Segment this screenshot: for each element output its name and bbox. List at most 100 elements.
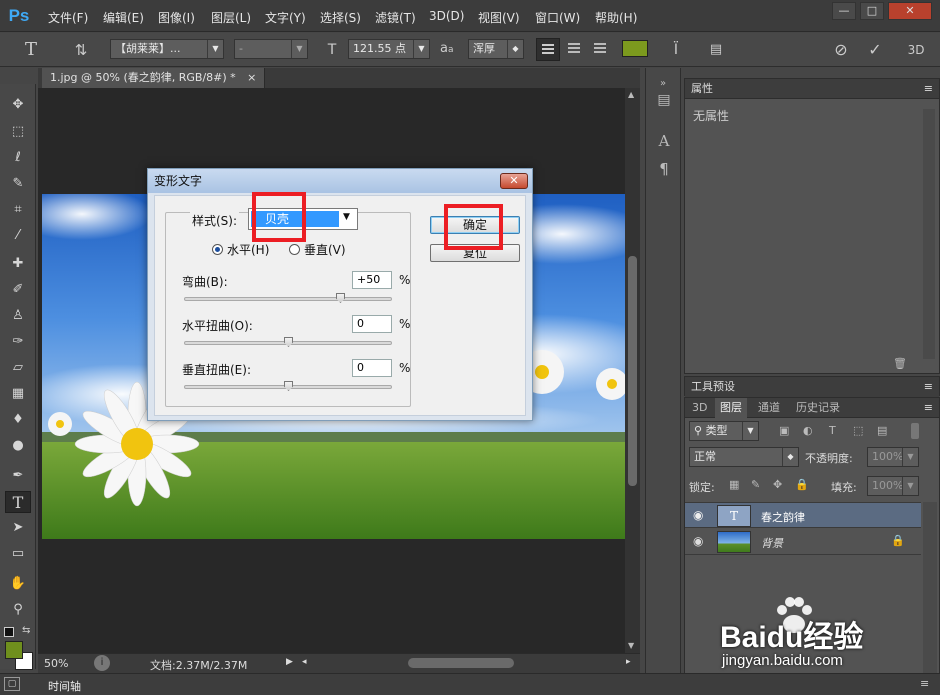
lock-transparent-icon[interactable]: ▦ — [729, 478, 739, 491]
vertical-radio[interactable] — [289, 244, 300, 255]
panel-menu-icon[interactable]: ≡ — [920, 677, 929, 690]
close-button[interactable]: ✕ — [888, 2, 932, 20]
fill-input[interactable]: 100% ▼ — [867, 476, 919, 496]
path-select-tool-icon[interactable]: ➤ — [5, 517, 31, 539]
filter-smart-object-icon[interactable]: ▤ — [877, 424, 887, 437]
paragraph-panel-icon[interactable]: ¶ — [652, 160, 676, 182]
align-right-button[interactable] — [588, 38, 612, 61]
timeline-label[interactable]: 时间轴 — [48, 678, 81, 694]
tab-layers[interactable]: 图层 — [715, 398, 747, 418]
menu-edit[interactable]: 编辑(E) — [103, 9, 144, 26]
properties-scrollbar[interactable] — [923, 109, 935, 359]
eraser-tool-icon[interactable]: ▱ — [5, 357, 31, 379]
filter-shape-icon[interactable]: ⬚ — [853, 424, 863, 437]
status-menu-arrow-icon[interactable]: ▶ — [286, 657, 293, 667]
default-colors-icon[interactable] — [4, 627, 14, 637]
bend-slider-thumb[interactable] — [336, 293, 345, 303]
shape-tool-icon[interactable]: ▭ — [5, 543, 31, 565]
tool-presets-header[interactable]: 工具预设 ≡ — [685, 377, 939, 397]
menu-3d[interactable]: 3D(D) — [429, 9, 464, 23]
close-tab-icon[interactable]: × — [247, 71, 256, 84]
align-left-button[interactable] — [536, 38, 560, 61]
hand-tool-icon[interactable]: ✋ — [5, 573, 31, 595]
filter-type-icon[interactable]: T — [829, 424, 836, 437]
menu-select[interactable]: 选择(S) — [320, 9, 361, 26]
marquee-tool-icon[interactable]: ⬚ — [5, 121, 31, 143]
menu-image[interactable]: 图像(I) — [158, 9, 195, 26]
zoom-tool-icon[interactable]: ⚲ — [5, 599, 31, 621]
vertical-scroll-thumb[interactable] — [628, 256, 637, 486]
scroll-down-icon[interactable]: ▼ — [628, 641, 634, 650]
cancel-edit-icon[interactable]: ⊘ — [828, 39, 854, 61]
maximize-button[interactable]: □ — [860, 2, 884, 20]
tool-presets-icon[interactable]: ▤ — [652, 92, 676, 114]
blend-mode-select[interactable]: 正常 ◆ — [689, 447, 799, 467]
menu-help[interactable]: 帮助(H) — [595, 9, 637, 26]
quick-select-tool-icon[interactable]: ✎ — [5, 173, 31, 195]
trash-icon[interactable]: 🗑 — [891, 357, 909, 370]
dodge-tool-icon[interactable]: ● — [5, 435, 31, 457]
v-distortion-slider-thumb[interactable] — [284, 381, 293, 391]
filter-pixel-icon[interactable]: ▣ — [779, 424, 789, 437]
lasso-tool-icon[interactable]: ℓ — [5, 147, 31, 169]
crop-tool-icon[interactable]: ⌗ — [5, 199, 31, 221]
menu-view[interactable]: 视图(V) — [478, 9, 520, 26]
lock-image-icon[interactable]: ✎ — [751, 478, 760, 491]
type-tool-icon[interactable]: T — [5, 491, 31, 513]
commit-edit-icon[interactable]: ✓ — [862, 39, 888, 61]
bend-slider-track[interactable] — [184, 297, 392, 301]
character-panel-icon[interactable]: ▤ — [704, 39, 728, 61]
layer-row-text[interactable]: ◉ T 春之韵律 — [685, 502, 921, 528]
layer-name[interactable]: 背景 — [761, 535, 783, 551]
menu-file[interactable]: 文件(F) — [48, 9, 88, 26]
history-brush-tool-icon[interactable]: ✑ — [5, 331, 31, 353]
tab-3d[interactable]: 3D — [687, 398, 712, 418]
layer-row-background[interactable]: ◉ 背景 🔒 — [685, 529, 921, 555]
menu-filter[interactable]: 滤镜(T) — [375, 9, 416, 26]
scroll-up-icon[interactable]: ▲ — [628, 90, 634, 99]
zoom-level[interactable]: 50% — [44, 657, 68, 670]
bend-input[interactable]: +50 — [352, 271, 392, 289]
blur-tool-icon[interactable]: ♦ — [5, 409, 31, 431]
menu-layer[interactable]: 图层(L) — [211, 9, 251, 26]
character-panel-icon[interactable]: A — [652, 132, 676, 154]
lock-all-icon[interactable]: 🔒 — [795, 478, 809, 491]
tab-channels[interactable]: 通道 — [753, 398, 785, 418]
panel-menu-icon[interactable]: ≡ — [924, 79, 933, 99]
panel-menu-icon[interactable]: ≡ — [924, 377, 933, 397]
pen-tool-icon[interactable]: ✒ — [5, 465, 31, 487]
h-distortion-slider-thumb[interactable] — [284, 337, 293, 347]
toggle-orientation-icon[interactable]: ⇅ — [68, 39, 94, 61]
menu-window[interactable]: 窗口(W) — [535, 9, 580, 26]
info-icon[interactable]: i — [94, 655, 110, 671]
eye-icon[interactable]: ◉ — [693, 508, 703, 522]
timeline-toggle-icon[interactable]: ▢ — [4, 677, 20, 691]
dialog-title-bar[interactable]: 变形文字 — [148, 169, 532, 193]
move-tool-icon[interactable]: ✥ — [5, 94, 31, 116]
brush-tool-icon[interactable]: ✐ — [5, 279, 31, 301]
horizontal-scroll-thumb[interactable] — [408, 658, 514, 668]
font-family-select[interactable]: 【胡莱莱】... ▼ — [110, 39, 224, 59]
healing-brush-tool-icon[interactable]: ✚ — [5, 253, 31, 275]
layer-name[interactable]: 春之韵律 — [761, 509, 805, 525]
lock-position-icon[interactable]: ✥ — [773, 478, 782, 491]
scroll-left-icon[interactable]: ◂ — [302, 657, 307, 667]
opacity-input[interactable]: 100% ▼ — [867, 447, 919, 467]
layer-filter-select[interactable]: ⚲ 类型 ▼ — [689, 421, 759, 441]
canvas-vertical-scrollbar[interactable]: ▲ ▼ — [625, 88, 640, 653]
3d-mode-icon[interactable]: 3D — [902, 39, 930, 61]
eye-icon[interactable]: ◉ — [693, 534, 703, 548]
font-style-select[interactable]: - ▼ — [234, 39, 308, 59]
text-color-swatch[interactable] — [622, 40, 648, 57]
swap-colors-icon[interactable]: ⇆ — [22, 625, 30, 636]
document-tab[interactable]: 1.jpg @ 50% (春之韵律, RGB/8#) * × — [42, 68, 266, 88]
panel-menu-icon[interactable]: ≡ — [924, 398, 933, 418]
filter-toggle[interactable] — [911, 423, 919, 439]
stamp-tool-icon[interactable]: ♙ — [5, 305, 31, 327]
antialias-select[interactable]: 浑厚 ◆ — [468, 39, 524, 59]
foreground-color-swatch[interactable] — [5, 641, 23, 659]
eyedropper-tool-icon[interactable]: ⁄ — [5, 225, 31, 247]
filter-adjustment-icon[interactable]: ◐ — [803, 424, 813, 437]
horizontal-label[interactable]: 水平(H) — [227, 241, 269, 258]
vertical-label[interactable]: 垂直(V) — [304, 241, 346, 258]
